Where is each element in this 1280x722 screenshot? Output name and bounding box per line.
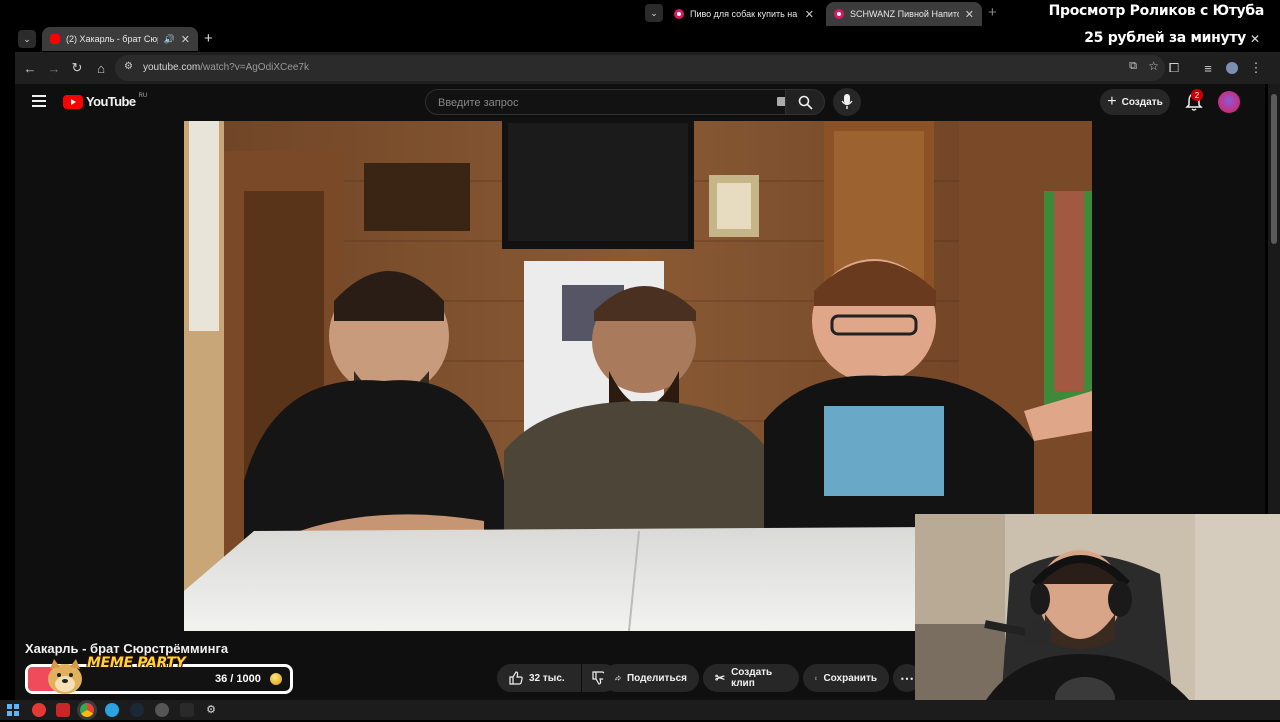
address-bar[interactable]: ⚙ youtube.com/watch?v=AgOdiXCee7k ⧉ ☆ xyxy=(115,55,1165,81)
site-settings-icon[interactable]: ⚙ xyxy=(124,61,133,72)
clip-button[interactable]: ✂ Создать клип xyxy=(703,664,799,692)
youtube-logo-text: YouTube xyxy=(86,94,136,109)
close-tab-icon[interactable]: ✕ xyxy=(805,8,814,21)
create-button[interactable]: + Создать xyxy=(1100,89,1170,115)
start-icon[interactable] xyxy=(6,703,20,717)
youtube-play-icon xyxy=(63,94,83,109)
like-count: 32 тыс. xyxy=(529,672,565,684)
like-button[interactable]: 32 тыс. xyxy=(497,664,581,692)
scissors-icon: ✂ xyxy=(715,671,726,685)
new-tab-button[interactable]: + xyxy=(204,30,213,47)
yandex-icon[interactable] xyxy=(56,703,70,717)
tab-title: Пиво для собак купить на OZ xyxy=(690,9,799,19)
extensions-icon[interactable]: ⧠ xyxy=(1165,59,1183,77)
youtube-icon xyxy=(50,34,60,44)
browser-menu-icon[interactable]: ⋮ xyxy=(1247,59,1265,77)
coin-icon xyxy=(270,673,282,685)
save-label: Сохранить xyxy=(823,672,877,684)
clock-app-icon[interactable] xyxy=(155,703,169,717)
region-code: RU xyxy=(138,92,148,99)
url-path: /watch?v=AgOdiXCee7k xyxy=(200,62,309,73)
reload-icon[interactable]: ↻ xyxy=(68,59,86,77)
tab-search-button-secondary[interactable]: ⌄ xyxy=(645,4,663,22)
save-button[interactable]: Сохранить xyxy=(803,664,889,692)
steam-icon[interactable] xyxy=(130,703,144,717)
stream-overlay-line1: Просмотр Роликов с Ютуба xyxy=(1048,3,1265,19)
streamer-webcam xyxy=(915,514,1280,720)
share-label: Поделиться xyxy=(626,672,687,684)
tab-title: SCHWANZ Пивной Напиток Х xyxy=(850,9,959,19)
install-app-icon[interactable]: ⧉ xyxy=(1129,60,1137,73)
address-row: ← → ↻ ⌂ ⚙ youtube.com/watch?v=AgOdiXCee7… xyxy=(15,52,1280,84)
bookmark-star-icon[interactable]: ☆ xyxy=(1148,59,1159,73)
thumbs-up-icon xyxy=(509,671,523,685)
ozon-icon xyxy=(834,9,844,19)
telegram-icon[interactable] xyxy=(105,703,119,717)
plus-icon: + xyxy=(1107,93,1117,110)
video-title: Хакарль - брат Сюрстрёмминга xyxy=(25,641,229,656)
url-text[interactable]: youtube.com/watch?v=AgOdiXCee7k xyxy=(143,62,309,73)
tab-ozon-1[interactable]: Пиво для собак купить на OZ ✕ xyxy=(666,2,822,26)
new-tab-button[interactable]: + xyxy=(988,4,997,21)
tab-ozon-2[interactable]: SCHWANZ Пивной Напиток Х ✕ xyxy=(826,2,982,26)
url-host: youtube.com xyxy=(143,62,201,73)
close-window-icon[interactable]: ✕ xyxy=(1250,32,1260,46)
bookmark-icon xyxy=(815,676,818,680)
voice-search-button[interactable] xyxy=(833,88,861,116)
widget-label: MEME PARTY xyxy=(87,655,186,671)
create-label: Создать xyxy=(1121,96,1163,108)
more-icon: ⋯ xyxy=(900,669,914,686)
scrollbar-thumb[interactable] xyxy=(1271,94,1277,244)
webcam-frame xyxy=(915,514,1280,720)
forward-icon[interactable]: → xyxy=(45,59,63,77)
goal-progress-text: 36 / 1000 xyxy=(215,673,261,685)
tab-search-button[interactable]: ⌄ xyxy=(18,30,36,48)
account-avatar[interactable] xyxy=(1218,91,1240,113)
share-button[interactable]: Поделиться xyxy=(603,664,699,692)
settings-gear-icon[interactable]: ⚙ xyxy=(204,703,218,717)
youtube-logo[interactable]: YouTube RU xyxy=(63,92,148,109)
ozon-icon xyxy=(674,9,684,19)
search-icon xyxy=(798,95,813,110)
chrome-icon[interactable] xyxy=(80,703,94,717)
notifications-badge: 2 xyxy=(1191,89,1203,101)
tab-title: (2) Хакарль - брат Сюрстрё xyxy=(66,34,158,44)
microphone-icon xyxy=(841,94,853,109)
doge-icon xyxy=(48,659,82,694)
back-icon[interactable]: ← xyxy=(21,59,39,77)
stream-overlay-line2: 25 рублей за минуту xyxy=(1084,30,1246,46)
share-icon xyxy=(615,675,621,681)
os-taskbar: ⚙ xyxy=(0,700,1280,720)
close-tab-icon[interactable]: ✕ xyxy=(181,33,190,46)
obs-icon[interactable] xyxy=(180,703,194,717)
yandex-browser-icon[interactable] xyxy=(32,703,46,717)
home-icon[interactable]: ⌂ xyxy=(92,59,110,77)
clip-label: Создать клип xyxy=(731,667,773,689)
search-button[interactable] xyxy=(785,89,825,115)
browser-tab-bar: ⌄ ⌄ (2) Хакарль - брат Сюрстрё 🔊 ✕ + Пив… xyxy=(0,0,1280,52)
search-box[interactable]: Введите запрос xyxy=(425,89,799,115)
tab-active[interactable]: (2) Хакарль - брат Сюрстрё 🔊 ✕ xyxy=(42,27,198,51)
media-control-icon[interactable]: ≡ xyxy=(1199,59,1217,77)
menu-icon[interactable] xyxy=(32,95,46,107)
profile-icon[interactable] xyxy=(1223,59,1241,77)
search-placeholder: Введите запрос xyxy=(438,97,519,109)
speaker-icon: 🔊 xyxy=(163,33,175,44)
close-tab-icon[interactable]: ✕ xyxy=(965,8,974,21)
